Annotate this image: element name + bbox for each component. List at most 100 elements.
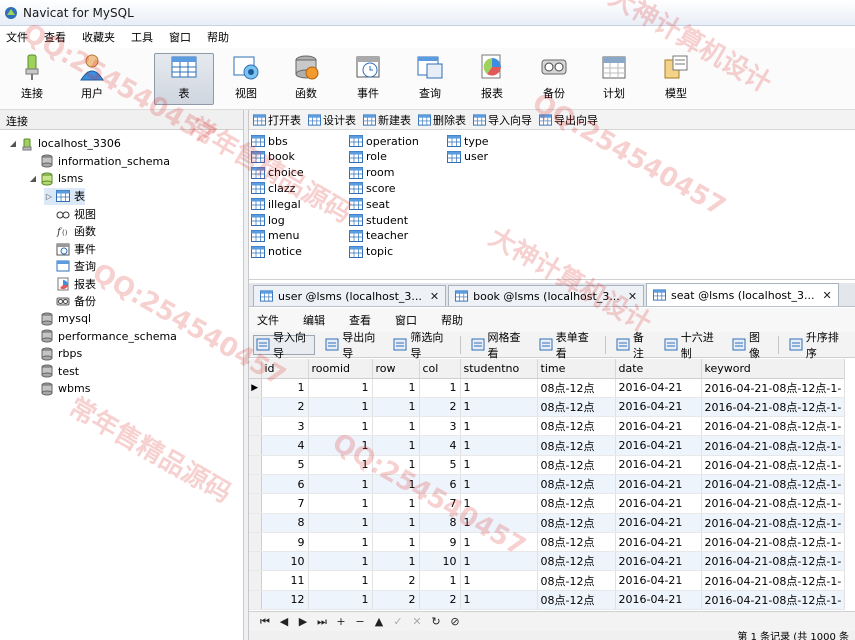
row-header[interactable] — [249, 532, 262, 553]
tree-node[interactable]: 备份 — [44, 293, 96, 310]
expand-arrow-icon[interactable]: ▷ — [44, 192, 54, 201]
table-row[interactable]: 3 1 1 3 1 08点-12点 2016-04-21 2016-04-21-08点-12点… — [249, 416, 846, 437]
table-cell[interactable]: 1 — [460, 493, 538, 514]
table-window-toolbar-button[interactable]: 导出向导 — [323, 331, 383, 360]
table-row[interactable]: 9 1 1 9 1 08点-12点 2016-04-21 2016-04-21-08点-12点… — [249, 532, 846, 553]
toolbar-function-button[interactable]: 函数 — [276, 53, 336, 105]
table-window-toolbar-button[interactable]: 筛选向导 — [391, 331, 451, 360]
tree-node[interactable]: ◢ localhost_3306 — [8, 135, 121, 152]
table-list-item[interactable]: score — [349, 180, 396, 196]
column-header[interactable]: keyword — [701, 359, 846, 379]
move-up-button[interactable]: ▲ — [371, 615, 387, 628]
table-cell[interactable]: 2016-04-21 — [615, 590, 702, 611]
table-cell[interactable]: 2016-04-21-08点-12点-1- — [701, 378, 846, 398]
table-list-item[interactable]: topic — [349, 244, 393, 260]
toolbar-table-button[interactable]: 表 — [154, 53, 214, 105]
tree-node[interactable]: 查询 — [44, 258, 96, 275]
table-cell[interactable]: 08点-12点 — [537, 474, 616, 495]
table-cell[interactable]: 2016-04-21-08点-12点-1- — [701, 455, 846, 475]
table-cell[interactable]: 1 — [308, 455, 373, 475]
table-cell[interactable]: 2016-04-21 — [615, 513, 702, 533]
table-cell[interactable]: 10 — [261, 551, 309, 572]
row-header[interactable] — [249, 455, 262, 475]
table-cell[interactable]: 1 — [308, 551, 373, 572]
table-cell[interactable]: 1 — [308, 435, 373, 456]
table-list-item[interactable]: book — [251, 149, 295, 165]
table-cell[interactable]: 1 — [372, 397, 420, 418]
row-header[interactable] — [249, 513, 262, 533]
table-cell[interactable]: 4 — [419, 435, 461, 456]
table-window-toolbar-button[interactable]: 备注 — [614, 331, 654, 360]
table-cell[interactable]: 9 — [419, 532, 461, 553]
table-cell[interactable]: 8 — [419, 513, 461, 533]
table-cell[interactable]: 1 — [460, 513, 538, 533]
table-cell[interactable]: 2 — [372, 590, 420, 611]
table-cell[interactable]: 1 — [460, 378, 538, 398]
table-cell[interactable]: 8 — [261, 513, 309, 533]
table-cell[interactable]: 1 — [308, 590, 373, 611]
table-cell[interactable]: 2016-04-21 — [615, 397, 702, 418]
tree-node[interactable]: 事件 — [44, 240, 96, 257]
table-cell[interactable]: 2016-04-21 — [615, 378, 702, 398]
table-cell[interactable]: 12 — [261, 590, 309, 611]
table-cell[interactable]: 1 — [372, 551, 420, 572]
menu-item[interactable]: 工具 — [129, 29, 167, 45]
table-cell[interactable]: 2016-04-21 — [615, 532, 702, 553]
table-window-toolbar-button[interactable]: 网格查看 — [469, 331, 529, 360]
toolbar-report-button[interactable]: 报表 — [462, 53, 522, 105]
menu-item[interactable]: 查看 — [42, 29, 80, 45]
menu-item[interactable]: 窗口 — [167, 29, 205, 45]
table-cell[interactable]: 1 — [460, 551, 538, 572]
expand-arrow-icon[interactable]: ◢ — [28, 174, 38, 183]
table-cell[interactable]: 7 — [261, 493, 309, 514]
tree-node[interactable]: 报表 — [44, 275, 96, 292]
table-cell[interactable]: 08点-12点 — [537, 570, 616, 591]
table-cell[interactable]: 1 — [460, 570, 538, 591]
table-window-menu-item[interactable]: 窗口 — [395, 312, 417, 328]
table-list-item[interactable]: bbs — [251, 133, 288, 149]
object-toolbar-button[interactable]: 新建表 — [363, 112, 411, 128]
table-list-item[interactable]: clazz — [251, 180, 295, 196]
table-list-item[interactable]: menu — [251, 228, 299, 244]
table-cell[interactable]: 1 — [460, 416, 538, 437]
table-row[interactable]: 10 1 1 10 1 08点-12点 2016-04-21 2016-04-21-08点-1… — [249, 551, 846, 572]
first-record-button[interactable]: ⏮ — [257, 615, 273, 629]
column-header[interactable]: roomid — [308, 359, 373, 379]
close-icon[interactable]: ✕ — [430, 290, 439, 303]
table-list-item[interactable]: log — [251, 212, 285, 228]
toolbar-connect-button[interactable]: 连接 — [2, 53, 62, 105]
table-cell[interactable]: 11 — [261, 570, 309, 591]
table-cell[interactable]: 5 — [261, 455, 309, 475]
row-header[interactable] — [249, 551, 262, 572]
toolbar-schedule-button[interactable]: 计划 — [584, 53, 644, 105]
table-window-toolbar-button[interactable]: 导入向导 — [253, 331, 316, 360]
row-header[interactable] — [249, 397, 262, 418]
document-tab[interactable]: user @lsms (localhost_3... ✕ — [253, 285, 447, 306]
table-cell[interactable]: 2 — [419, 590, 461, 611]
apply-button[interactable]: ✓ — [390, 615, 406, 628]
table-list-item[interactable]: notice — [251, 244, 302, 260]
table-row[interactable]: 6 1 1 6 1 08点-12点 2016-04-21 2016-04-21-08点-12点… — [249, 474, 846, 495]
add-record-button[interactable]: + — [333, 615, 349, 628]
toolbar-model-button[interactable]: 模型 — [646, 53, 706, 105]
table-cell[interactable]: 08点-12点 — [537, 532, 616, 553]
table-row[interactable]: 11 1 2 1 1 08点-12点 2016-04-21 2016-04-21-08点-12… — [249, 570, 846, 591]
table-cell[interactable]: 08点-12点 — [537, 513, 616, 533]
table-list-item[interactable]: seat — [349, 196, 390, 212]
table-cell[interactable]: 2016-04-21-08点-12点-1- — [701, 474, 846, 495]
table-cell[interactable]: 3 — [419, 416, 461, 437]
menu-item[interactable]: 收藏夹 — [80, 29, 129, 45]
row-header[interactable] — [249, 493, 262, 514]
table-window-menu-item[interactable]: 查看 — [349, 312, 371, 328]
table-cell[interactable]: 1 — [308, 513, 373, 533]
table-row[interactable]: 2 1 1 2 1 08点-12点 2016-04-21 2016-04-21-08点-12点… — [249, 397, 846, 418]
table-cell[interactable]: 1 — [372, 532, 420, 553]
table-window-toolbar-button[interactable]: 图像 — [730, 331, 770, 360]
table-cell[interactable]: 2016-04-21-08点-12点-1- — [701, 590, 846, 611]
table-cell[interactable]: 10 — [419, 551, 461, 572]
table-cell[interactable]: 6 — [419, 474, 461, 495]
table-cell[interactable]: 7 — [419, 493, 461, 514]
table-cell[interactable]: 08点-12点 — [537, 397, 616, 418]
table-cell[interactable]: 1 — [308, 532, 373, 553]
column-header[interactable]: time — [537, 359, 616, 379]
